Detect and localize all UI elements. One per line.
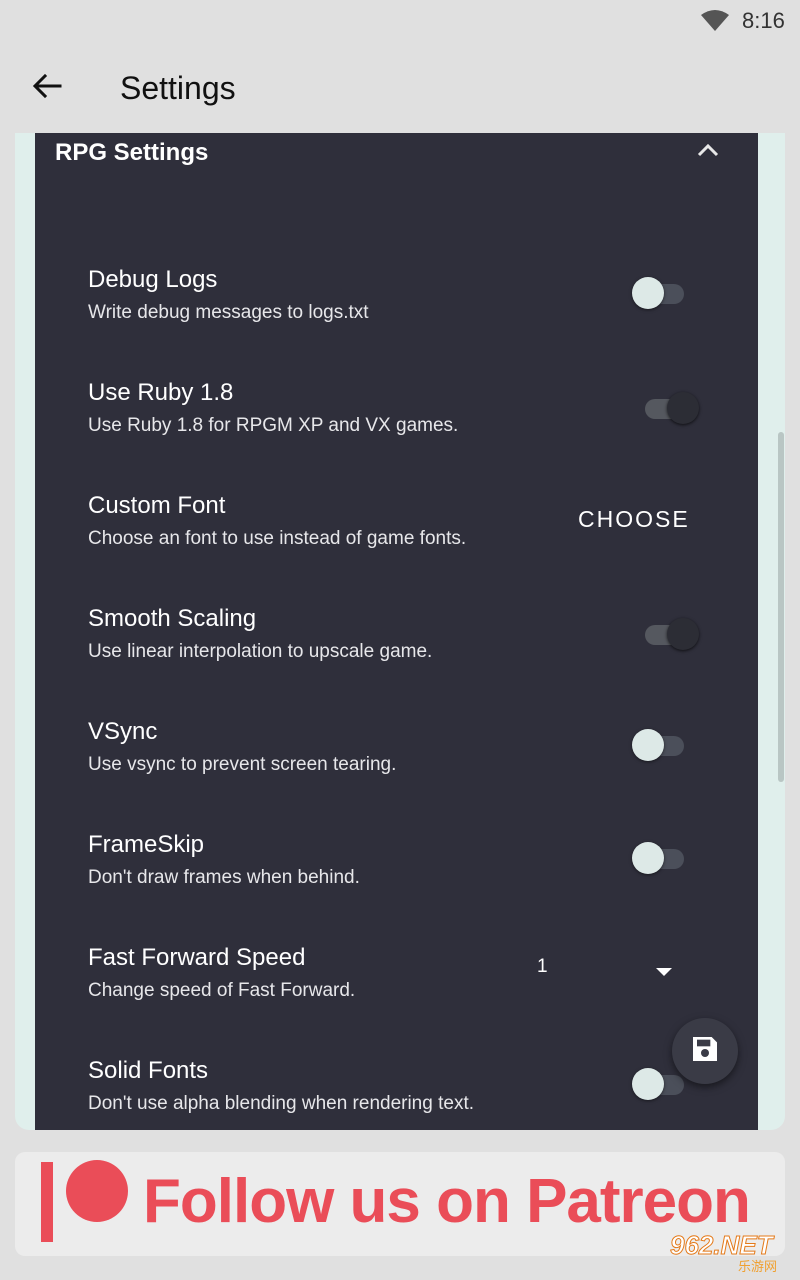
setting-title: Use Ruby 1.8 [88,379,234,406]
watermark-logo: 962.NET 乐游网 [668,1230,796,1276]
setting-subtitle: Write debug messages to logs.txt [88,302,369,323]
setting-subtitle: Don't draw frames when behind. [88,867,360,888]
setting-fast-forward: Fast Forward Speed Change speed of Fast … [35,944,758,1024]
setting-title: VSync [88,718,158,745]
section-title: RPG Settings [55,139,209,166]
frameskip-toggle[interactable] [632,841,688,875]
arrow-left-icon [32,73,62,104]
setting-title: FrameSkip [88,831,205,858]
rpg-settings-header[interactable]: RPG Settings [35,133,758,193]
page-title: Settings [120,70,236,106]
dropdown-value: 1 [537,956,548,977]
rpg-settings-panel: RPG Settings Debug Logs Write debug mess… [35,133,758,1130]
scrollbar[interactable] [778,432,784,782]
setting-title: Fast Forward Speed [88,944,306,971]
setting-subtitle: Choose an font to use instead of game fo… [88,528,467,549]
back-button[interactable] [22,68,72,108]
debug-logs-toggle[interactable] [632,276,688,310]
status-bar: 8:16 [0,0,800,42]
setting-subtitle: Don't use alpha blending when rendering … [88,1093,475,1114]
setting-vsync: VSync Use vsync to prevent screen tearin… [35,718,758,798]
status-time: 8:16 [742,8,785,33]
save-fab-button[interactable] [672,1018,738,1084]
setting-use-ruby: Use Ruby 1.8 Use Ruby 1.8 for RPGM XP an… [35,379,758,459]
setting-subtitle: Use vsync to prevent screen tearing. [88,754,397,775]
choose-font-button[interactable]: CHOOSE [578,506,690,533]
setting-title: Solid Fonts [88,1057,209,1084]
vsync-toggle[interactable] [632,728,688,762]
setting-solid-fonts: Solid Fonts Don't use alpha blending whe… [35,1057,758,1130]
banner-text: Follow us on Patreon [143,1167,751,1236]
setting-subtitle: Change speed of Fast Forward. [88,980,356,1001]
chevron-up-icon[interactable] [695,140,721,165]
setting-smooth-scaling: Smooth Scaling Use linear interpolation … [35,605,758,685]
setting-title: Smooth Scaling [88,605,257,632]
setting-frameskip: FrameSkip Don't draw frames when behind. [35,831,758,911]
smooth-scaling-toggle[interactable] [635,617,699,651]
setting-debug-logs: Debug Logs Write debug messages to logs.… [35,266,758,346]
setting-title: Debug Logs [88,266,218,293]
setting-subtitle: Use linear interpolation to upscale game… [88,641,433,662]
watermark-subtext: 乐游网 [738,1259,778,1274]
caret-down-icon [655,964,673,982]
app-bar: Settings [0,42,800,132]
setting-custom-font: Custom Font Choose an font to use instea… [35,492,758,572]
fast-forward-speed-select[interactable]: 1 [525,954,685,984]
wifi-icon [700,10,730,37]
setting-subtitle: Use Ruby 1.8 for RPGM XP and VX games. [88,415,459,436]
setting-title: Custom Font [88,492,226,519]
use-ruby-toggle[interactable] [635,391,699,425]
save-icon [689,1033,721,1070]
patreon-logo-icon [66,1160,128,1222]
patreon-logo-bar [41,1162,53,1242]
